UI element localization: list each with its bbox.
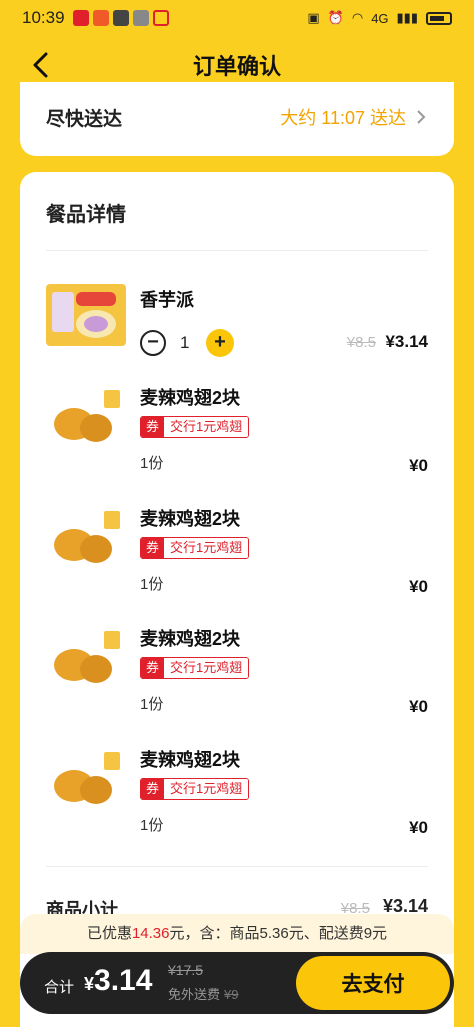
- main-item: 香芋派 − 1 + ¥8.5 ¥3.14: [46, 282, 428, 362]
- item-name: 香芋派: [140, 290, 194, 310]
- discount-suffix: 元，含：商品5.36元、配送费9元: [169, 925, 388, 942]
- item-price: ¥0: [409, 697, 428, 716]
- item-name: 麦辣鸡翅2块: [140, 629, 241, 649]
- benefit-free-delivery: 免外送货: [40, 1015, 84, 1027]
- item-price: ¥0: [409, 818, 428, 837]
- coupon-text: 交行1元鸡翅: [164, 417, 249, 437]
- free-shipping: 免外送费 ¥9: [168, 984, 238, 1003]
- delivery-time: 大约 11:07 送达: [280, 108, 406, 128]
- benefit-welfare: 福利金: [170, 1015, 203, 1027]
- quantity-value: 1: [180, 333, 190, 352]
- wifi-icon: ◠: [351, 10, 364, 25]
- item-quantity: 1份: [140, 696, 164, 713]
- alarm-icon: ⏰: [327, 10, 344, 25]
- item-name: 麦辣鸡翅2块: [140, 509, 241, 529]
- total-amount: 3.14: [94, 964, 153, 997]
- spicy-wings-thumbnail: [54, 752, 120, 804]
- delivery-label: 尽快送达: [46, 108, 123, 130]
- original-price: ¥8.5: [346, 334, 376, 351]
- page-title: 订单确认: [192, 54, 281, 79]
- coupon-tag: 券: [141, 417, 165, 437]
- video-notification-icon: [152, 10, 169, 26]
- decrease-quantity-button[interactable]: −: [140, 330, 166, 356]
- shop-notification-icon: [92, 10, 109, 26]
- message-notification-icon: [112, 10, 129, 26]
- free-item: 麦辣鸡翅2块 券 交行1元鸡翅 1份 ¥0: [46, 501, 428, 601]
- coupon-badge: 券 交行1元鸡翅: [140, 416, 250, 438]
- shipping-original-fee: ¥9: [224, 987, 239, 1002]
- coupon-badge: 券 交行1元鸡翅: [140, 537, 250, 559]
- coupon-tag: 券: [141, 538, 165, 558]
- item-quantity: 1份: [140, 817, 164, 834]
- status-bar: 10:39 ▣ ⏰ ◠ 4G ▮▮▮: [0, 0, 474, 36]
- free-item: 麦辣鸡翅2块 券 交行1元鸡翅 1份 ¥0: [46, 621, 428, 721]
- item-quantity: 1份: [140, 576, 164, 593]
- coupon-text: 交行1元鸡翅: [164, 538, 249, 558]
- spicy-wings-thumbnail: [54, 390, 120, 442]
- item-price: ¥0: [409, 577, 428, 596]
- spicy-wings-thumbnail: [54, 631, 120, 683]
- discount-summary: 已优惠14.36元，含：商品5.36元、配送费9元: [20, 914, 454, 954]
- benefit-store-rights[interactable]: 再享6大到店权益 >: [272, 1014, 365, 1027]
- item-price: ¥0: [409, 456, 428, 475]
- total-price: ¥3.14: [84, 964, 152, 998]
- free-item: 麦辣鸡翅2块 券 交行1元鸡翅 1份 ¥0: [46, 380, 428, 480]
- order-details-card: 餐品详情 香芋派 − 1 + ¥8.5 ¥3.14 麦辣鸡翅2块 券 交行1元鸡…: [20, 172, 454, 1027]
- divider: [46, 866, 428, 867]
- total-label: 合计: [44, 979, 75, 996]
- nfc-icon: ▣: [307, 10, 320, 25]
- total-original-price: ¥17.5: [168, 962, 204, 978]
- free-item: 麦辣鸡翅2块 券 交行1元鸡翅 1份 ¥0: [46, 742, 428, 842]
- signal-icon: ▮▮▮: [396, 10, 418, 25]
- discount-prefix: 已优惠: [86, 925, 132, 942]
- currency-symbol: ¥: [84, 974, 95, 994]
- coupon-tag: 券: [141, 779, 165, 799]
- back-arrow-icon[interactable]: [26, 50, 56, 80]
- item-name: 麦辣鸡翅2块: [140, 750, 241, 770]
- increase-quantity-button[interactable]: +: [206, 329, 234, 357]
- delivery-card[interactable]: 尽快送达 大约 11:07 送达: [20, 82, 454, 156]
- details-title: 餐品详情: [46, 204, 126, 226]
- pay-button[interactable]: 去支付: [296, 956, 450, 1010]
- battery-icon: [426, 11, 452, 25]
- item-price: ¥3.14: [385, 332, 428, 351]
- status-right: ▣ ⏰ ◠ 4G ▮▮▮: [307, 10, 452, 26]
- divider: [46, 250, 428, 251]
- translate-notification-icon: [132, 10, 149, 26]
- taro-pie-thumbnail: [46, 284, 126, 346]
- bottom-benefits-strip: 免外送货 福利金 再享6大到店权益 >: [20, 1014, 454, 1027]
- network-label: 4G: [371, 10, 389, 26]
- coupon-tag: 券: [141, 658, 165, 678]
- delivery-row[interactable]: 尽快送达 大约 11:07 送达: [20, 82, 454, 152]
- status-time: 10:39: [22, 8, 65, 27]
- spicy-wings-thumbnail: [54, 511, 120, 563]
- coupon-badge: 券 交行1元鸡翅: [140, 657, 250, 679]
- app-notification-icon: [72, 10, 89, 26]
- checkout-bar: 合计 ¥3.14 ¥17.5 免外送费 ¥9 去支付: [20, 952, 454, 1014]
- item-quantity: 1份: [140, 455, 164, 472]
- coupon-text: 交行1元鸡翅: [164, 658, 249, 678]
- item-name: 麦辣鸡翅2块: [140, 388, 241, 408]
- discount-amount: 14.36: [131, 925, 170, 942]
- free-shipping-label: 免外送费: [168, 987, 221, 1002]
- coupon-text: 交行1元鸡翅: [164, 779, 249, 799]
- chevron-right-icon: [417, 110, 426, 124]
- coupon-badge: 券 交行1元鸡翅: [140, 778, 250, 800]
